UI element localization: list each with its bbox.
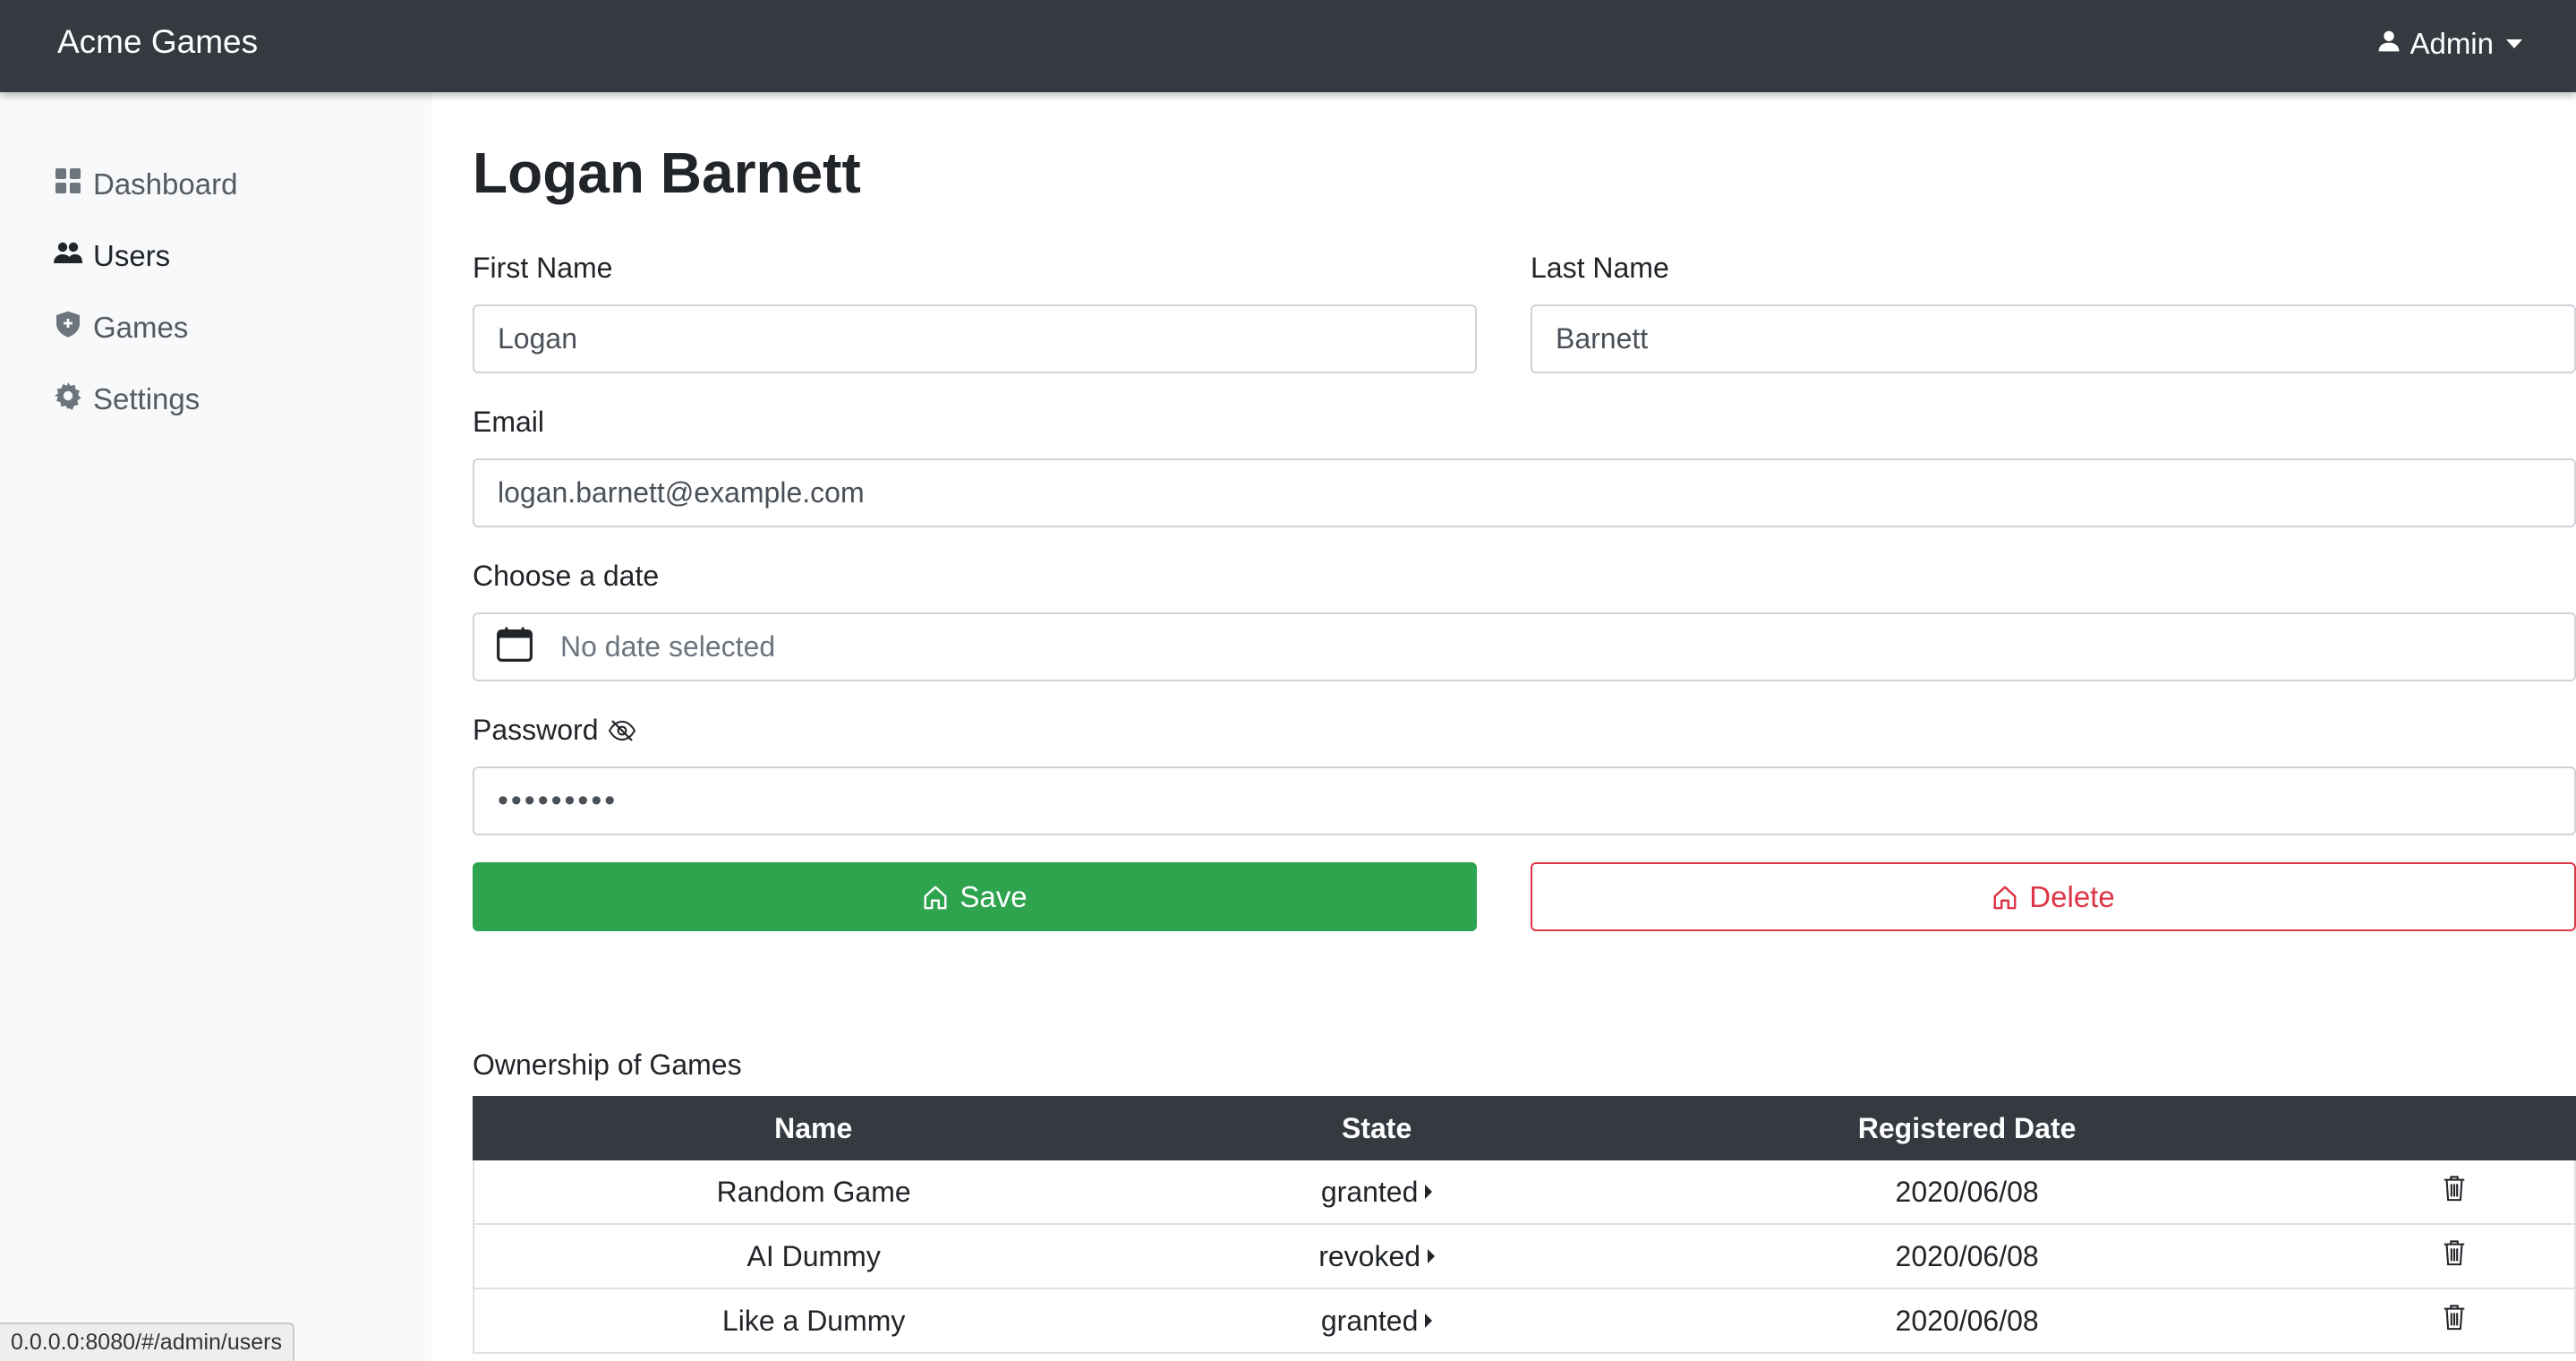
registered-date-cell: 2020/06/08 <box>1599 1223 2334 1289</box>
column-header-state[interactable]: State <box>1152 1096 1601 1160</box>
game-name-cell: Random Game <box>472 1159 1154 1225</box>
date-placeholder: No date selected <box>560 630 776 663</box>
delete-button[interactable]: Delete <box>1531 862 2576 931</box>
first-name-field[interactable] <box>473 304 1477 373</box>
registered-date-cell: 2020/06/08 <box>1599 1288 2334 1354</box>
status-bar-url: 0.0.0.0:8080/#/admin/users <box>0 1322 294 1361</box>
page-title: Logan Barnett <box>473 141 861 205</box>
column-header-name[interactable]: Name <box>472 1096 1155 1160</box>
user-menu-dropdown[interactable]: Admin <box>2377 27 2522 61</box>
date-label: Choose a date <box>473 560 660 592</box>
delete-button-label: Delete <box>2029 879 2115 913</box>
table-row: AI Dummy revoked 2020/06/08 <box>472 1223 2576 1289</box>
sidebar-item-settings[interactable]: Settings <box>54 374 200 424</box>
ownership-caption: Ownership of Games <box>473 1049 742 1081</box>
state-cell: granted <box>1153 1288 1600 1354</box>
column-header-registered-date[interactable]: Registered Date <box>1599 1096 2335 1160</box>
sidebar-item-dashboard[interactable]: Dashboard <box>54 159 237 210</box>
sidebar: Dashboard Users Games Settings <box>0 92 431 1361</box>
state-toggle[interactable]: granted <box>1321 1305 1433 1338</box>
caret-right-icon <box>1425 1314 1433 1328</box>
home-icon <box>922 884 949 911</box>
actions-cell <box>2333 1223 2576 1289</box>
state-label: granted <box>1320 1175 1419 1208</box>
sidebar-item-label: Settings <box>93 382 200 415</box>
dashboard-icon <box>54 167 82 202</box>
user-menu-label: Admin <box>2410 27 2494 60</box>
sidebar-item-label: Users <box>93 239 171 272</box>
state-cell: granted <box>1153 1159 1600 1225</box>
ownership-table: Name State Registered Date Random Game g… <box>472 1096 2576 1354</box>
table-row: Random Game granted 2020/06/08 <box>472 1159 2576 1225</box>
eye-slash-icon[interactable] <box>608 716 636 745</box>
state-label: revoked <box>1318 1239 1421 1272</box>
shield-icon <box>54 310 82 346</box>
main-content: Logan Barnett First Name Last Name Email… <box>431 92 2576 1361</box>
actions-cell <box>2333 1159 2576 1225</box>
column-header-actions <box>2333 1096 2576 1160</box>
trash-icon[interactable] <box>2441 1174 2468 1210</box>
actions-cell <box>2333 1288 2576 1354</box>
sidebar-item-label: Dashboard <box>93 167 238 201</box>
last-name-field[interactable] <box>1531 304 2576 373</box>
first-name-label: First Name <box>473 252 613 284</box>
table-header-row: Name State Registered Date <box>472 1096 2576 1160</box>
state-toggle[interactable]: granted <box>1321 1176 1433 1209</box>
sidebar-item-label: Games <box>93 311 189 344</box>
sidebar-item-games[interactable]: Games <box>54 303 188 353</box>
email-label: Email <box>473 406 545 438</box>
game-name-cell: Like a Dummy <box>472 1288 1154 1354</box>
top-navbar: Acme Games Admin <box>0 0 2576 92</box>
password-label: Password <box>473 714 636 747</box>
user-icon <box>2377 27 2401 61</box>
caret-right-icon <box>1428 1249 1436 1263</box>
save-button-label: Save <box>960 879 1028 913</box>
home-icon <box>1992 884 2018 911</box>
sidebar-item-users[interactable]: Users <box>54 231 170 281</box>
state-toggle[interactable]: revoked <box>1318 1239 1436 1273</box>
save-button[interactable]: Save <box>473 862 1477 931</box>
trash-icon[interactable] <box>2441 1238 2468 1274</box>
users-icon <box>54 238 82 274</box>
caret-right-icon <box>1425 1185 1433 1199</box>
password-field[interactable] <box>473 766 2576 835</box>
calendar-icon <box>496 625 533 670</box>
date-picker[interactable]: No date selected <box>473 612 2576 681</box>
state-cell: revoked <box>1153 1223 1600 1289</box>
state-label: granted <box>1320 1304 1419 1337</box>
gear-icon <box>54 381 82 417</box>
email-field[interactable] <box>473 458 2576 527</box>
chevron-down-icon <box>2506 39 2522 48</box>
last-name-label: Last Name <box>1531 252 1669 284</box>
game-name-cell: AI Dummy <box>472 1223 1154 1289</box>
table-row: Like a Dummy granted 2020/06/08 <box>472 1288 2576 1354</box>
password-label-text: Password <box>473 714 599 746</box>
registered-date-cell: 2020/06/08 <box>1599 1159 2334 1225</box>
trash-icon[interactable] <box>2441 1303 2468 1339</box>
brand-link[interactable]: Acme Games <box>57 23 258 61</box>
